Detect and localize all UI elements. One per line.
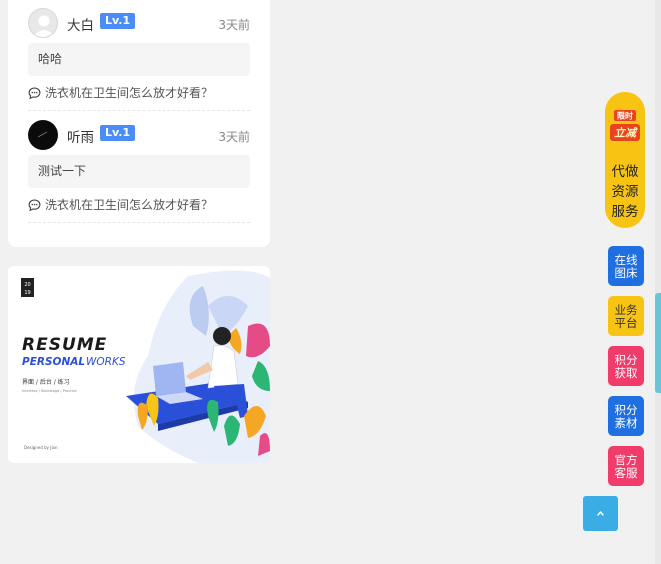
banner-title: RESUME: [22, 335, 107, 355]
comment-topic-link[interactable]: 洗衣机在卫生间怎么放才好看？: [28, 82, 250, 111]
comment-item: 大白 Lv.1 3天前 哈哈 洗衣机在卫生间怎么放才好看？: [28, 8, 250, 111]
resume-banner-ad[interactable]: 20 19 RESUME PERSONAL WORKS 界面 / 后台 / 练习…: [8, 266, 270, 463]
recent-comments-card: 大白 Lv.1 3天前 哈哈 洗衣机在卫生间怎么放才好看？ 听雨 Lv.1 3天…: [8, 0, 270, 247]
button-label: 业务平台: [614, 302, 638, 330]
comment-header: 听雨 Lv.1 3天前: [28, 120, 250, 150]
official-support-button[interactable]: 官方客服: [608, 446, 644, 486]
banner-tagline: 界面 / 后台 / 练习: [22, 378, 70, 386]
comment-topic-link[interactable]: 洗衣机在卫生间怎么放才好看？: [28, 194, 250, 223]
service-label: 代做 资源 服务: [605, 162, 645, 222]
button-label: 在线图床: [614, 252, 638, 280]
service-promo-widget[interactable]: 限时 立减 代做 资源 服务: [605, 92, 645, 228]
points-materials-button[interactable]: 积分素材: [608, 396, 644, 436]
comment-username[interactable]: 听雨: [67, 126, 94, 146]
comment-topic-title: 洗衣机在卫生间怎么放才好看？: [45, 86, 214, 100]
chevron-up-icon: [597, 511, 604, 516]
banner-subtitle-b: WORKS: [86, 356, 126, 368]
avatar-image: [37, 131, 48, 138]
avatar[interactable]: [28, 8, 58, 38]
comment-topic-title: 洗衣机在卫生间怎么放才好看？: [45, 198, 214, 212]
comment-text: 测试一下: [28, 155, 250, 188]
service-label-line: 服务: [611, 204, 639, 220]
button-label: 官方客服: [614, 452, 638, 480]
level-badge: Lv.1: [100, 125, 136, 141]
scrollbar-track[interactable]: [655, 0, 661, 564]
year-top: 20: [24, 282, 30, 288]
banner-tagline-sub: Interface / Backstage / Practice: [22, 389, 77, 393]
comment-username[interactable]: 大白: [67, 14, 94, 34]
promo-line1: 限时: [617, 111, 633, 121]
earn-points-button[interactable]: 积分获取: [608, 346, 644, 386]
promo-line2: 立减: [614, 127, 638, 140]
chat-bubble-icon: [28, 87, 41, 100]
button-label: 积分素材: [614, 402, 638, 430]
business-platform-button[interactable]: 业务平台: [608, 296, 644, 336]
default-user-icon: [33, 15, 55, 37]
comment-header: 大白 Lv.1 3天前: [28, 8, 250, 38]
back-to-top-button[interactable]: [583, 496, 618, 531]
comment-item: 听雨 Lv.1 3天前 测试一下 洗衣机在卫生间怎么放才好看？: [28, 120, 250, 223]
scrollbar-thumb[interactable]: [655, 293, 661, 393]
button-label: 积分获取: [614, 352, 638, 380]
comment-time: 3天前: [218, 130, 250, 144]
comment-time: 3天前: [218, 18, 250, 32]
banner-credit: Designed by Jian: [24, 445, 58, 450]
level-badge: Lv.1: [100, 13, 136, 29]
service-label-line: 代做: [611, 164, 639, 180]
comment-text: 哈哈: [28, 43, 250, 76]
promo-badge-icon: 限时 立减: [610, 110, 640, 141]
service-label-line: 资源: [611, 184, 639, 200]
avatar[interactable]: [28, 120, 58, 150]
resume-illustration: 20 19 RESUME PERSONAL WORKS 界面 / 后台 / 练习…: [21, 270, 270, 463]
limited-offer-badge: 限时 立减: [605, 92, 645, 152]
banner-subtitle-a: PERSONAL: [22, 356, 85, 368]
chat-bubble-icon: [28, 199, 41, 212]
year-bottom: 19: [24, 290, 30, 296]
image-hosting-button[interactable]: 在线图床: [608, 246, 644, 286]
